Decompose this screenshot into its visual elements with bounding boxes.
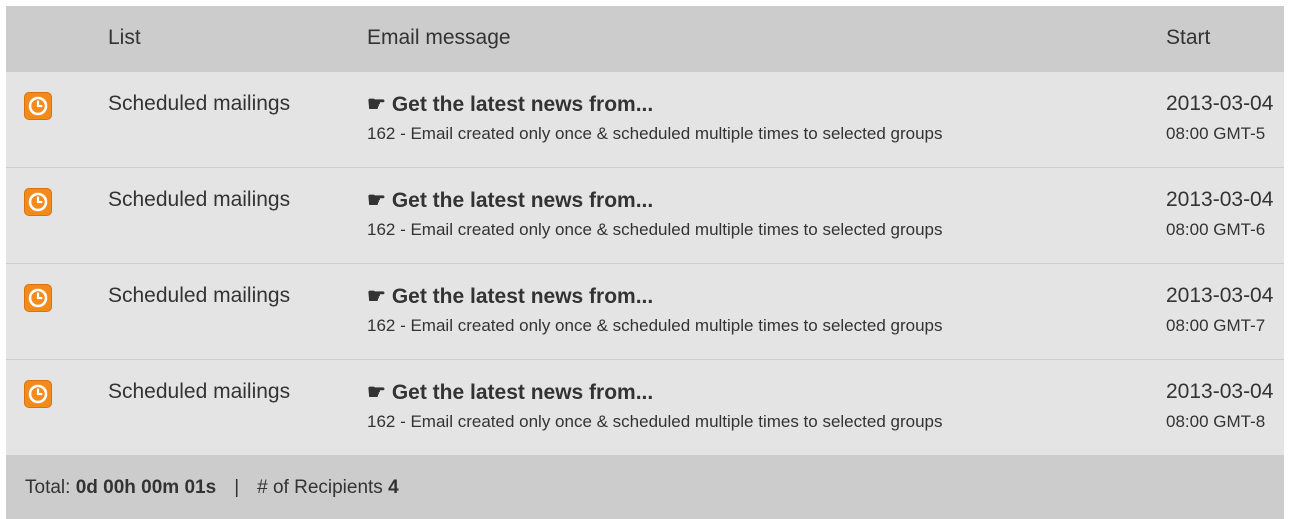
clock-icon[interactable] [24,92,52,120]
footer-separator: | [234,477,240,498]
row-start-date: 2013-03-04 [1166,188,1274,211]
row-email-subtitle: 162 - Email created only once & schedule… [367,412,943,431]
pointing-hand-icon: ☛ [367,285,386,308]
table-row[interactable]: Scheduled mailings ☛ Get the latest news f… [6,168,1284,264]
clock-icon[interactable] [24,284,52,312]
row-list-name: Scheduled mailings [108,284,291,307]
total-value: 0d 00h 00m 01s [75,477,217,498]
table-footer: Total: 0d 00h 00m 01s | # of Recipients 4 [6,455,1284,519]
row-list-name: Scheduled mailings [108,92,291,115]
pointing-hand-icon: ☛ [367,381,386,404]
row-start-time: 08:00 GMT-8 [1166,412,1266,431]
row-email-title[interactable]: ☛ Get the latest news from... [367,92,653,117]
scheduled-mailings-table: List Email message Start Scheduled maili… [6,6,1284,519]
column-header-list[interactable]: List [108,26,141,50]
clock-icon[interactable] [24,380,52,408]
column-header-email-message[interactable]: Email message [367,26,511,50]
column-header-start[interactable]: Start [1166,26,1210,50]
footer-summary: Total: 0d 00h 00m 01s | # of Recipients 4 [25,477,399,499]
table-row[interactable]: Scheduled mailings ☛ Get the latest news f… [6,360,1284,456]
row-email-title-text[interactable]: Get the latest news from... [392,381,653,404]
pointing-hand-icon: ☛ [367,93,386,116]
recipients-label: # of Recipients [257,477,383,498]
table-row[interactable]: Scheduled mailings ☛ Get the latest news f… [6,264,1284,360]
table-header: List Email message Start [6,6,1284,72]
row-email-title-text[interactable]: Get the latest news from... [392,189,653,212]
row-email-title[interactable]: ☛ Get the latest news from... [367,188,653,213]
row-start-time: 08:00 GMT-5 [1166,124,1266,143]
row-email-title-text[interactable]: Get the latest news from... [392,285,653,308]
total-label: Total: [25,477,71,498]
row-email-subtitle: 162 - Email created only once & schedule… [367,124,943,143]
row-list-name: Scheduled mailings [108,380,291,403]
row-start-time: 08:00 GMT-6 [1166,220,1266,239]
row-list-name: Scheduled mailings [108,188,291,211]
table-row[interactable]: Scheduled mailings ☛ Get the latest news f… [6,72,1284,168]
row-start-date: 2013-03-04 [1166,284,1274,307]
row-email-title[interactable]: ☛ Get the latest news from... [367,284,653,309]
row-start-date: 2013-03-04 [1166,92,1274,115]
row-email-title[interactable]: ☛ Get the latest news from... [367,380,653,405]
row-email-subtitle: 162 - Email created only once & schedule… [367,316,943,335]
row-email-title-text[interactable]: Get the latest news from... [392,93,653,116]
pointing-hand-icon: ☛ [367,189,386,212]
row-email-subtitle: 162 - Email created only once & schedule… [367,220,943,239]
row-start-time: 08:00 GMT-7 [1166,316,1266,335]
recipients-value: 4 [388,477,399,498]
clock-icon[interactable] [24,188,52,216]
row-start-date: 2013-03-04 [1166,380,1274,403]
